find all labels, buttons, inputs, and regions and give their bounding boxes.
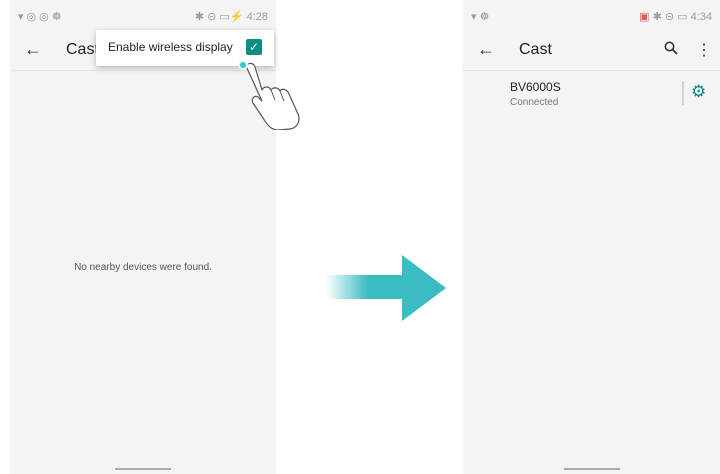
status-icons-left: ▾◎◎☸ xyxy=(18,11,65,23)
page-title: Cast xyxy=(519,41,552,58)
left-phone-screen: ▾◎◎☸ ✱ ⊝ ▭⚡ 4:28 ← Cast No nearby device… xyxy=(10,0,300,474)
status-bar: ▾☸ ▣ ✱ ⊝ ▭ 4:34 xyxy=(463,0,720,34)
gear-icon[interactable]: ⚙ xyxy=(691,82,706,102)
empty-state-message: No nearby devices were found. xyxy=(74,262,212,273)
status-icons-left: ▾☸ xyxy=(471,11,493,23)
touch-point-indicator xyxy=(238,60,248,70)
device-list-item[interactable]: BV6000S Connected xyxy=(510,80,561,108)
navigation-handle[interactable] xyxy=(115,468,171,470)
notification-icon: ▣ xyxy=(639,11,650,23)
app-bar: ← Cast ⋮ xyxy=(463,34,720,71)
device-name: BV6000S xyxy=(510,80,561,94)
app-bar-actions: ⋮ xyxy=(650,40,712,60)
status-icons-right-text: ✱ ⊝ ▭ 4:34 xyxy=(649,11,712,23)
tap-hand-icon xyxy=(245,62,300,130)
page-title: Cast xyxy=(66,41,99,58)
status-icons-right: ▣ ✱ ⊝ ▭ 4:34 xyxy=(639,10,712,23)
transition-arrow-icon xyxy=(326,255,446,321)
status-icons-right: ✱ ⊝ ▭⚡ 4:28 xyxy=(194,11,268,23)
device-status: Connected xyxy=(510,97,559,108)
right-phone-screen: ▾☸ ▣ ✱ ⊝ ▭ 4:34 ← Cast ⋮ BV6000S Connect… xyxy=(463,0,720,474)
back-arrow-icon[interactable]: ← xyxy=(24,39,42,60)
more-options-icon[interactable]: ⋮ xyxy=(696,42,712,59)
enable-wireless-display-option[interactable]: Enable wireless display xyxy=(108,40,233,54)
enable-wireless-display-checkbox[interactable]: ✓ xyxy=(246,39,262,55)
status-bar: ▾◎◎☸ ✱ ⊝ ▭⚡ 4:28 xyxy=(10,0,276,34)
search-icon[interactable] xyxy=(664,41,682,59)
navigation-handle[interactable] xyxy=(563,468,620,470)
divider xyxy=(682,81,684,105)
back-arrow-icon[interactable]: ← xyxy=(477,39,495,60)
